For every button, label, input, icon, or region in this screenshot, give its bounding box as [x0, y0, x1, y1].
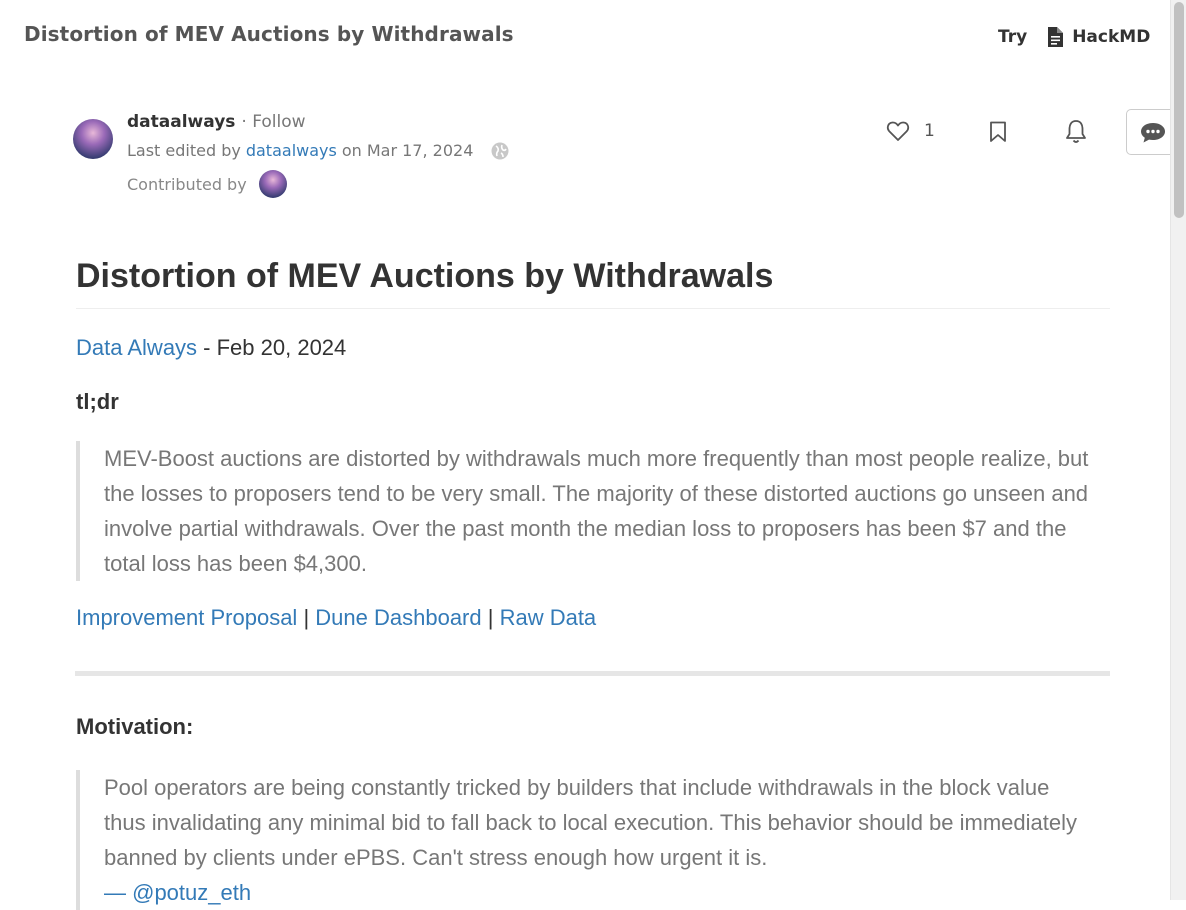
contributed-label: Contributed by [127, 174, 247, 194]
byline-date: - Feb 20, 2024 [197, 335, 347, 360]
edited-date: on Mar 17, 2024 [341, 141, 474, 160]
link-separator: | [297, 605, 316, 630]
motivation-attribution[interactable]: — @potuz_eth [104, 875, 1090, 910]
byline: Data Always - Feb 20, 2024 [76, 335, 1110, 361]
byline-author-link[interactable]: Data Always [76, 335, 197, 360]
like-button[interactable]: 1 [886, 120, 935, 142]
page-scrollbar[interactable] [1170, 0, 1186, 900]
bookmark-button[interactable] [989, 121, 1007, 143]
author-name[interactable]: dataalways [127, 112, 235, 132]
file-icon [1048, 27, 1064, 47]
hackmd-link[interactable]: HackMD [1047, 27, 1150, 47]
dune-dashboard-link[interactable]: Dune Dashboard [315, 605, 481, 630]
link-separator: | [481, 605, 500, 630]
bookmark-icon [990, 121, 1006, 142]
contributed-by: Contributed by [127, 170, 287, 198]
motivation-heading: Motivation: [76, 714, 194, 739]
edited-by-link[interactable]: dataalways [246, 141, 337, 160]
contributor-avatar[interactable] [258, 170, 287, 198]
globe-icon[interactable] [491, 142, 509, 160]
notification-button[interactable] [1064, 119, 1088, 145]
raw-data-link[interactable]: Raw Data [500, 605, 597, 630]
improvement-proposal-link[interactable]: Improvement Proposal [76, 605, 297, 630]
section-divider [75, 671, 1110, 676]
heart-icon [886, 121, 910, 141]
follow-link[interactable]: · Follow [241, 112, 305, 132]
tldr-quote: MEV-Boost auctions are distorted by with… [76, 441, 1110, 581]
edited-prefix: Last edited by [127, 141, 241, 160]
article-title: Distortion of MEV Auctions by Withdrawal… [76, 250, 1110, 309]
like-count: 1 [924, 121, 935, 141]
article: Distortion of MEV Auctions by Withdrawal… [75, 250, 1110, 910]
try-label[interactable]: Try [998, 27, 1027, 47]
bell-icon [1066, 120, 1086, 143]
resource-links: Improvement Proposal | Dune Dashboard | … [76, 605, 1110, 631]
comment-icon [1141, 123, 1165, 143]
doc-title[interactable]: Distortion of MEV Auctions by Withdrawal… [24, 22, 514, 46]
tldr-heading: tl;dr [76, 389, 119, 414]
try-hackmd[interactable]: Try HackMD [998, 24, 1150, 50]
motivation-text: Pool operators are being constantly tric… [104, 775, 1078, 870]
scrollbar-thumb[interactable] [1174, 2, 1184, 218]
last-edited: Last edited by dataalways on Mar 17, 202… [127, 141, 509, 160]
motivation-quote: Pool operators are being constantly tric… [76, 770, 1110, 910]
hackmd-label[interactable]: HackMD [1072, 27, 1150, 47]
author-line: dataalways · Follow [127, 112, 306, 132]
top-bar: Distortion of MEV Auctions by Withdrawal… [0, 0, 1170, 72]
avatar[interactable] [73, 119, 113, 159]
